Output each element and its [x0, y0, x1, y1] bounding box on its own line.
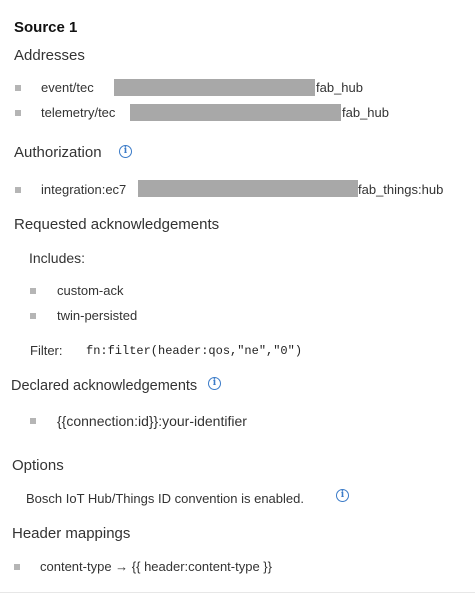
filter-value: fn:filter(header:qos,"ne","0")	[86, 344, 303, 358]
divider	[0, 592, 475, 593]
redacted-block	[130, 104, 341, 121]
info-icon[interactable]: i	[208, 377, 221, 390]
authorization-item-suffix: fab_things:hub	[358, 182, 444, 197]
requested-acks-heading: Requested acknowledgements	[14, 216, 220, 233]
info-icon[interactable]: i	[336, 489, 349, 502]
declared-ack-item: {{connection:id}}:your-identifier	[57, 413, 247, 429]
bullet-icon	[15, 187, 21, 193]
authorization-heading: Authorization	[14, 144, 102, 161]
filter-label: Filter:	[30, 343, 63, 358]
requested-ack-item: custom-ack	[57, 283, 124, 298]
redacted-block	[138, 180, 358, 197]
address-item-prefix: telemetry/tec	[41, 105, 116, 120]
options-text: Bosch IoT Hub/Things ID convention is en…	[26, 491, 304, 506]
info-icon[interactable]: i	[119, 145, 132, 158]
source-title: Source 1	[14, 19, 78, 36]
bullet-icon	[15, 85, 21, 91]
header-mapping-item: content-type → {{ header:content-type }}	[40, 559, 272, 574]
requested-ack-item: twin-persisted	[57, 308, 138, 323]
bullet-icon	[30, 313, 36, 319]
bullet-icon	[30, 418, 36, 424]
declared-acks-heading: Declared acknowledgements	[11, 378, 198, 394]
header-mappings-heading: Header mappings	[12, 525, 131, 542]
redacted-block	[114, 79, 315, 96]
bullet-icon	[14, 564, 20, 570]
authorization-item-prefix: integration:ec7	[41, 182, 127, 197]
options-heading: Options	[12, 457, 64, 474]
bullet-icon	[15, 110, 21, 116]
bullet-icon	[30, 288, 36, 294]
addresses-heading: Addresses	[14, 47, 85, 64]
address-item-suffix: fab_hub	[316, 80, 363, 95]
address-item-suffix: fab_hub	[342, 105, 389, 120]
address-item-prefix: event/tec	[41, 80, 94, 95]
includes-label: Includes:	[29, 250, 86, 266]
